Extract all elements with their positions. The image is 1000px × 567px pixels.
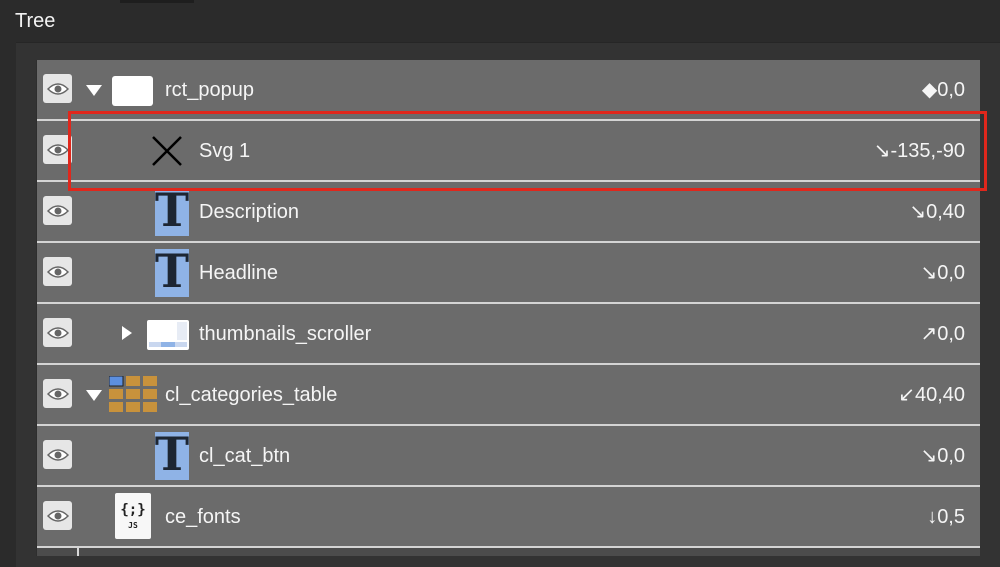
row-label: thumbnails_scroller xyxy=(199,323,372,345)
eye-icon[interactable] xyxy=(43,501,72,530)
panel-title: Tree xyxy=(15,10,56,32)
table-icon xyxy=(108,375,157,417)
row-label: cl_cat_btn xyxy=(199,445,291,467)
tree-row-thumbnails-scroller[interactable]: thumbnails_scroller ↗0,0 xyxy=(37,304,980,365)
js-icon-top: {;} xyxy=(120,502,146,518)
row-label: ce_fonts xyxy=(165,506,241,528)
expand-arrow-icon[interactable] xyxy=(86,85,102,96)
scroller-icon xyxy=(147,320,189,355)
text-icon: T xyxy=(154,183,190,237)
row-position: ↘0,0 xyxy=(920,445,965,467)
row-position: ↓0,5 xyxy=(927,506,965,528)
text-icon: T xyxy=(154,427,190,481)
tree-row-description[interactable]: T Description ↘0,40 xyxy=(37,182,980,243)
eye-icon[interactable] xyxy=(43,379,72,408)
tree-row-cl-cat-btn[interactable]: T cl_cat_btn ↘0,0 xyxy=(37,426,980,487)
eye-icon[interactable] xyxy=(43,257,72,286)
tree-row-ce-fonts[interactable]: {;} JS ce_fonts ↓0,5 xyxy=(37,487,980,548)
row-label: Headline xyxy=(199,262,278,284)
js-icon-bottom: JS xyxy=(128,521,138,530)
eye-icon[interactable] xyxy=(43,440,72,469)
expand-arrow-icon[interactable] xyxy=(86,390,102,401)
top-tab-indicator xyxy=(120,0,194,3)
eye-icon[interactable] xyxy=(43,318,72,347)
row-label: cl_categories_table xyxy=(165,384,338,406)
expand-arrow-icon[interactable] xyxy=(122,326,132,340)
eye-icon[interactable] xyxy=(43,196,72,225)
selection-highlight-box xyxy=(68,111,987,191)
text-icon: T xyxy=(154,244,190,298)
js-file-icon: {;} JS xyxy=(115,493,151,539)
row-position: ↙40,40 xyxy=(898,384,965,406)
eye-icon[interactable] xyxy=(43,74,72,103)
tree-row-cl-categories-table[interactable]: cl_categories_table ↙40,40 xyxy=(37,365,980,426)
rectangle-icon xyxy=(112,76,153,106)
tree-row-headline[interactable]: T Headline ↘0,0 xyxy=(37,243,980,304)
row-position: ↗0,0 xyxy=(920,323,965,345)
row-position: ↘0,0 xyxy=(920,262,965,284)
